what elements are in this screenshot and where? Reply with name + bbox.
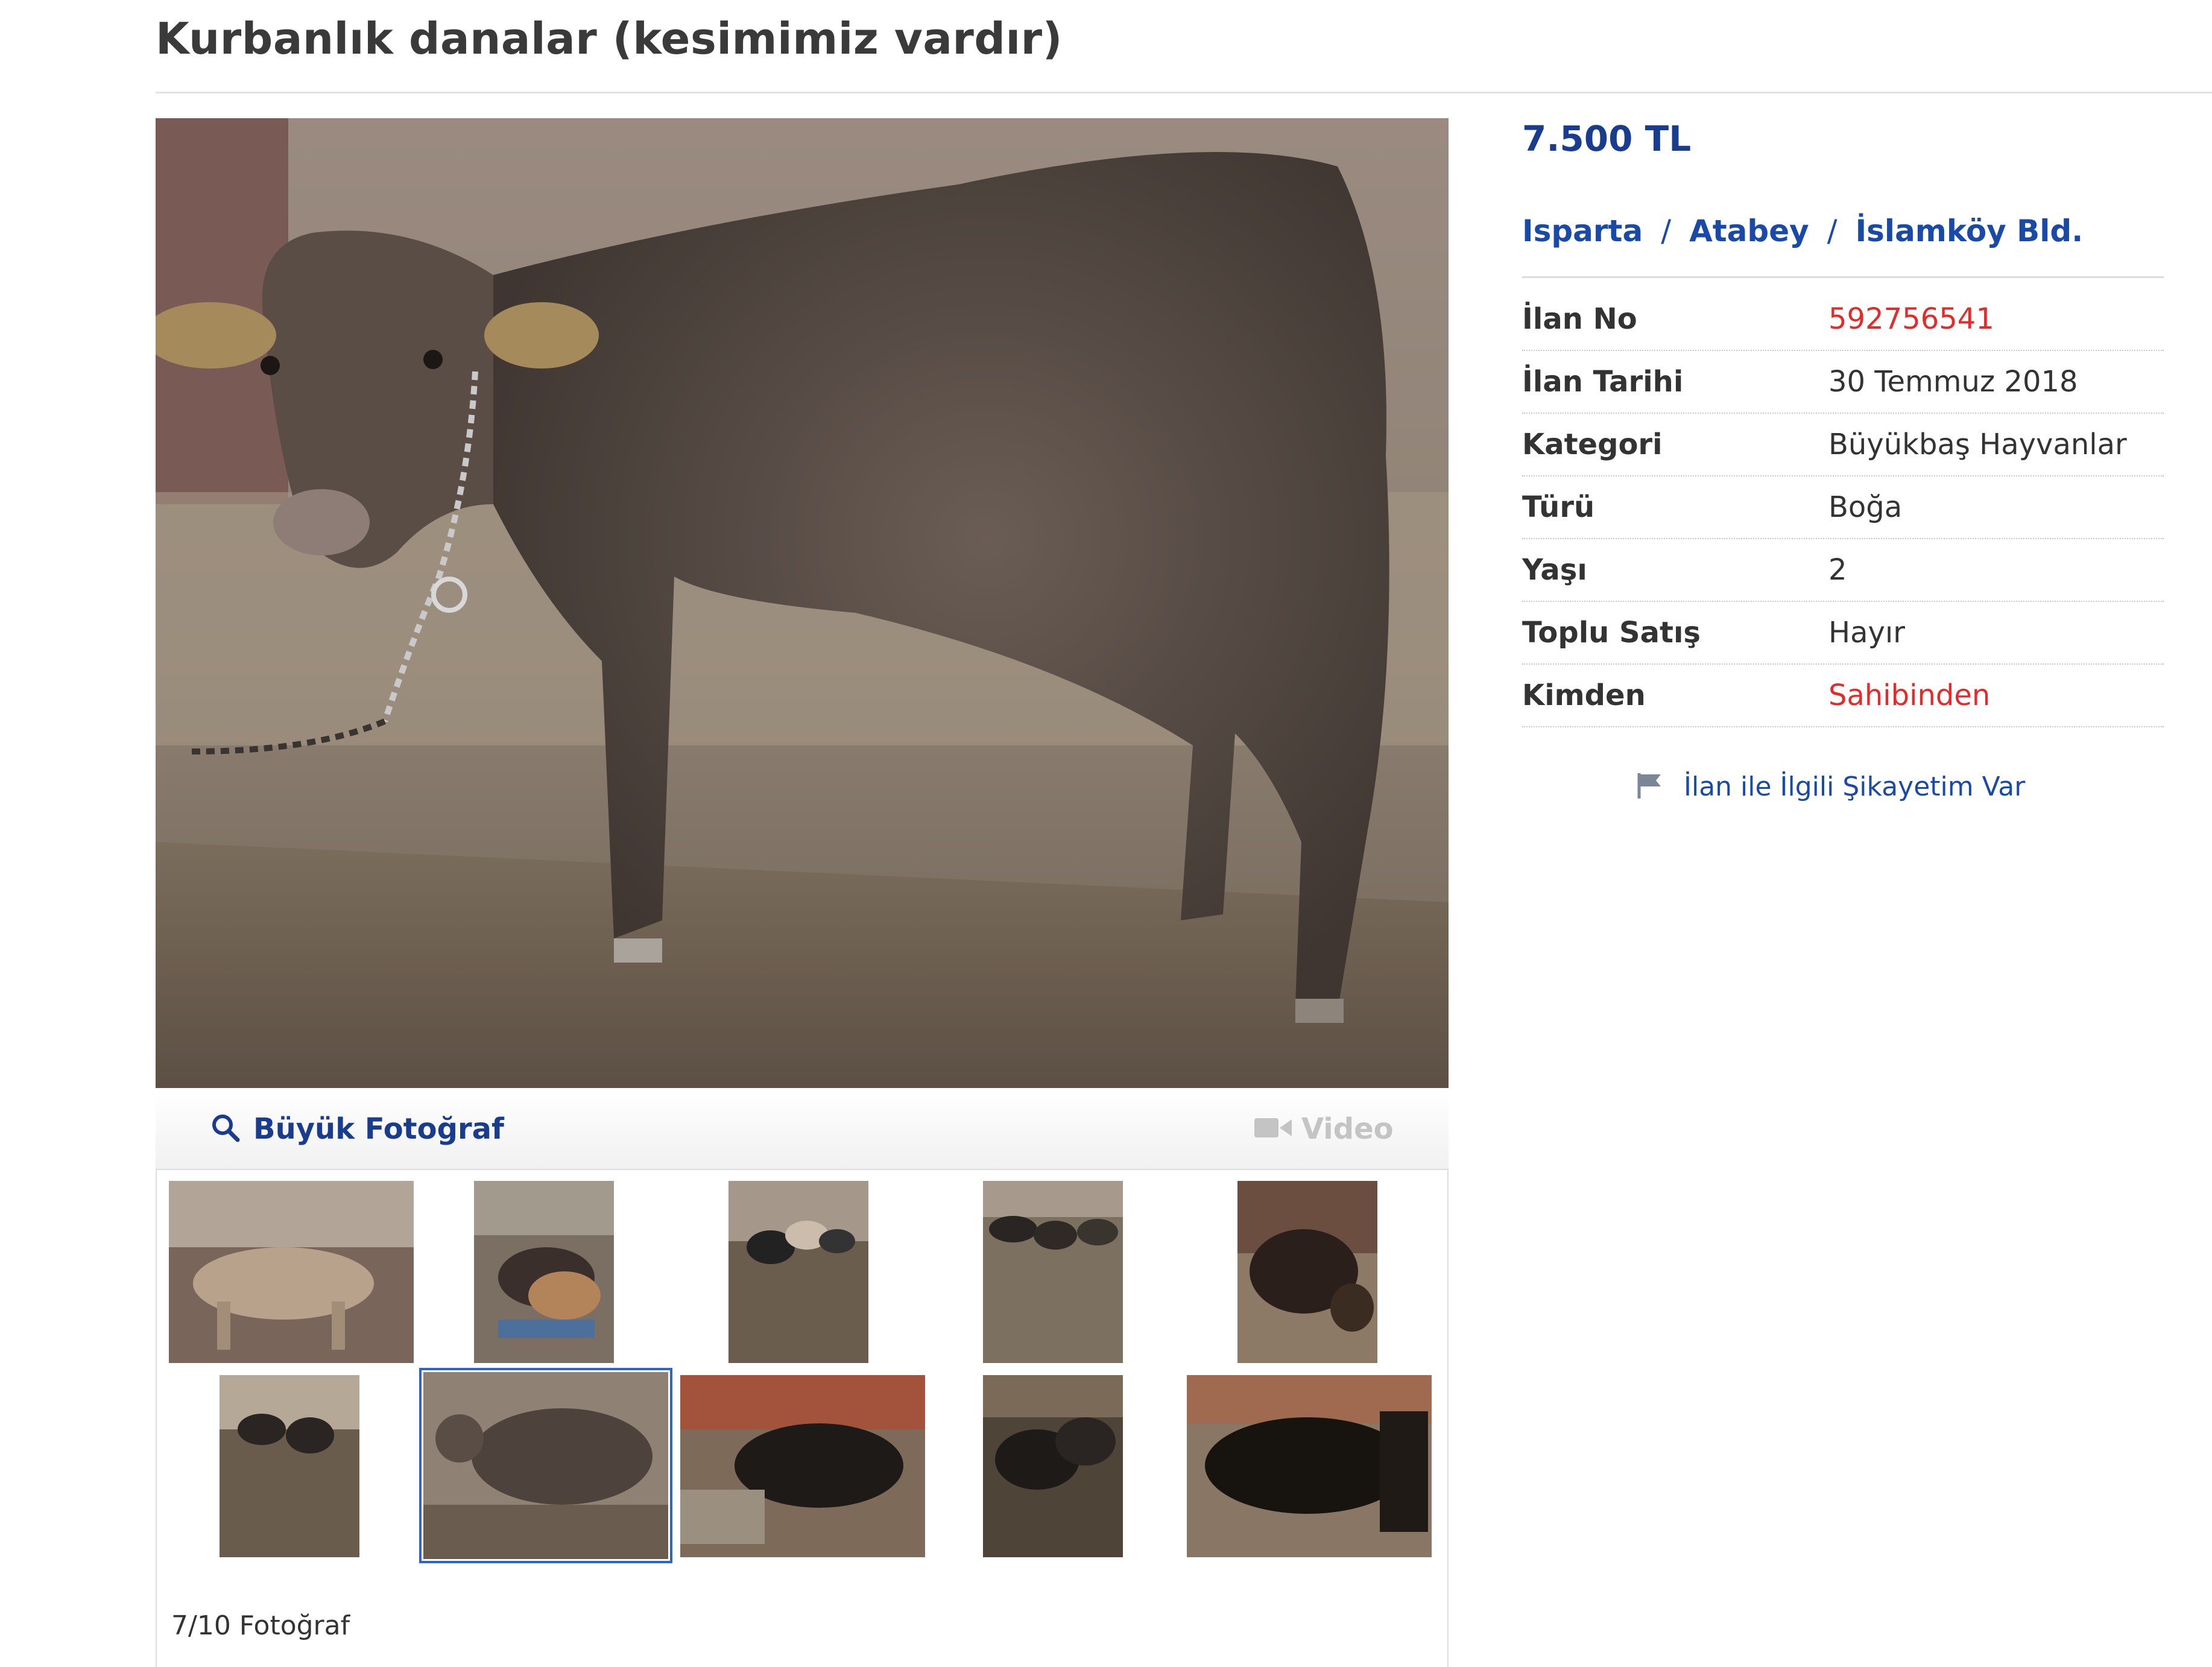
big-photo-button[interactable]: Büyük Fotoğraf <box>210 1110 504 1148</box>
detail-row-ilan-no: İlan No 592756541 <box>1522 288 2164 351</box>
listing-details-table: İlan No 592756541 İlan Tarihi 30 Temmuz … <box>1522 288 2164 727</box>
listing-price: 7.500 TL <box>1522 118 1692 159</box>
info-divider <box>1522 276 2164 278</box>
thumbnail-6[interactable] <box>220 1375 359 1557</box>
detail-label: Yaşı <box>1522 553 1587 587</box>
detail-value: Boğa <box>1828 490 1903 524</box>
search-icon <box>210 1112 241 1146</box>
thumbnail-8[interactable] <box>680 1375 925 1557</box>
detail-label: İlan Tarihi <box>1522 365 1684 399</box>
detail-row-yasi: Yaşı 2 <box>1522 539 2164 602</box>
report-listing-label: İlan ile İlgili Şikayetim Var <box>1684 771 2026 802</box>
video-camera-icon <box>1254 1116 1292 1142</box>
detail-row-ilan-tarihi: İlan Tarihi 30 Temmuz 2018 <box>1522 351 2164 414</box>
breadcrumb-separator: / <box>1827 214 1838 248</box>
detail-label: Kategori <box>1522 428 1663 461</box>
big-photo-label: Büyük Fotoğraf <box>253 1112 504 1146</box>
photo-counter: 7/10 Fotoğraf <box>171 1610 350 1641</box>
thumbnail-4[interactable] <box>983 1181 1123 1363</box>
detail-value: 592756541 <box>1828 302 1994 336</box>
breadcrumb-district[interactable]: Atabey <box>1689 214 1809 248</box>
thumbnail-7[interactable] <box>419 1368 672 1563</box>
detail-value: 2 <box>1828 553 1847 587</box>
thumbnail-5[interactable] <box>1237 1181 1377 1363</box>
photo-toolbar: Büyük Fotoğraf Video <box>156 1088 1449 1170</box>
detail-row-turu: Türü Boğa <box>1522 476 2164 539</box>
thumbnail-1[interactable] <box>169 1181 414 1363</box>
main-photo-image <box>156 118 1449 1088</box>
thumbnail-10[interactable] <box>1187 1375 1432 1557</box>
thumbnail-9[interactable] <box>983 1375 1123 1557</box>
detail-value: Hayır <box>1828 616 1905 650</box>
breadcrumb-separator: / <box>1661 214 1672 248</box>
detail-label: İlan No <box>1522 302 1637 336</box>
detail-value: 30 Temmuz 2018 <box>1828 365 2078 399</box>
breadcrumb-city[interactable]: Isparta <box>1522 214 1643 248</box>
listing-title: Kurbanlık danalar (kesimimiz vardır) <box>156 13 1063 64</box>
report-listing-link[interactable]: İlan ile İlgili Şikayetim Var <box>1635 767 2025 806</box>
title-divider <box>156 92 2212 93</box>
flag-icon <box>1635 771 1663 802</box>
detail-label: Türü <box>1522 490 1595 524</box>
detail-row-toplu-satis: Toplu Satış Hayır <box>1522 602 2164 665</box>
video-label: Video <box>1301 1112 1394 1146</box>
thumbnail-3[interactable] <box>728 1181 868 1363</box>
detail-row-kimden: Kimden Sahibinden <box>1522 665 2164 727</box>
detail-value: Büyükbaş Hayvanlar <box>1828 428 2127 461</box>
video-button[interactable]: Video <box>1254 1110 1394 1148</box>
thumbnail-gallery: 7/10 Fotoğraf <box>156 1170 1449 1667</box>
breadcrumb-neighborhood[interactable]: İslamköy Bld. <box>1856 214 2084 248</box>
detail-label: Kimden <box>1522 679 1646 712</box>
main-photo[interactable] <box>156 118 1449 1088</box>
detail-value: Sahibinden <box>1828 679 1991 712</box>
detail-row-kategori: Kategori Büyükbaş Hayvanlar <box>1522 414 2164 476</box>
location-breadcrumb: Isparta / Atabey / İslamköy Bld. <box>1522 214 2083 248</box>
thumbnail-2[interactable] <box>474 1181 614 1363</box>
detail-label: Toplu Satış <box>1522 616 1701 650</box>
